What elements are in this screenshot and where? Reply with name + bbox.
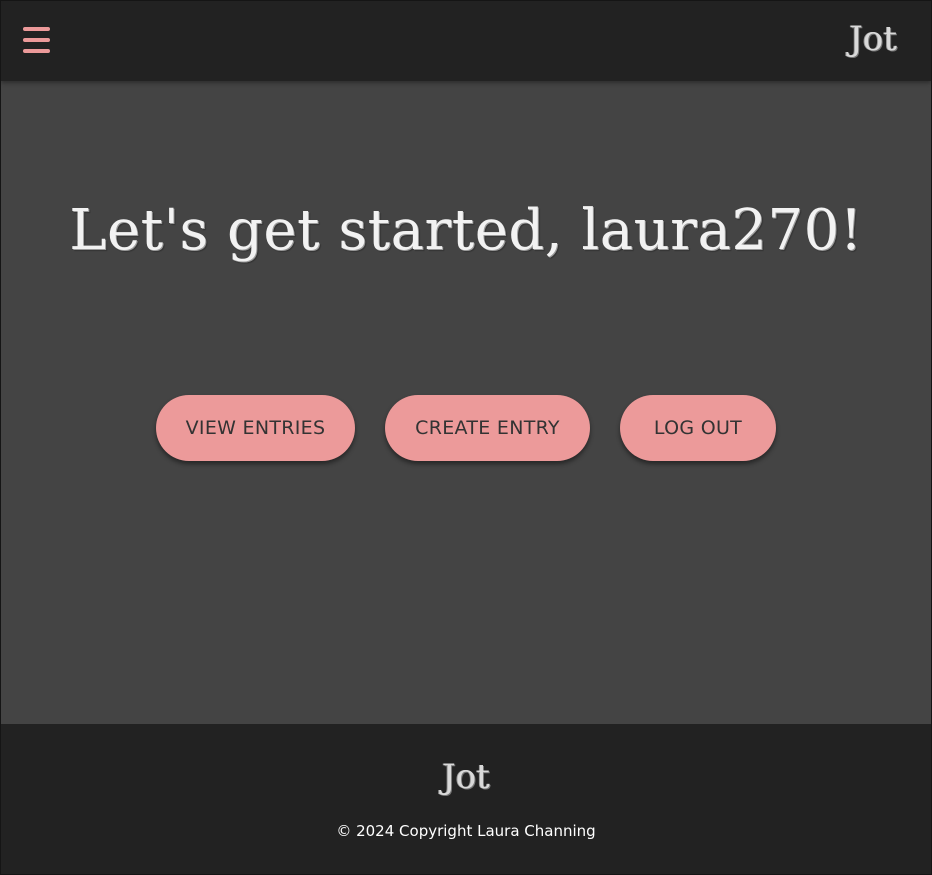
main-content: Let's get started, laura270! VIEW ENTRIE… (1, 81, 931, 724)
copyright-text: © 2024 Copyright Laura Channing (336, 822, 596, 840)
menu-bar-top (23, 27, 50, 31)
footer: Jot © 2024 Copyright Laura Channing (1, 724, 931, 874)
welcome-heading: Let's get started, laura270! (69, 198, 863, 263)
hamburger-menu-icon[interactable] (22, 26, 52, 54)
menu-bar-middle (23, 38, 50, 42)
footer-brand-logo: Jot (442, 757, 490, 797)
menu-bar-bottom (23, 49, 50, 53)
header-brand-logo[interactable]: Jot (849, 19, 897, 59)
view-entries-button[interactable]: VIEW ENTRIES (156, 395, 355, 461)
app-window: Jot Let's get started, laura270! VIEW EN… (0, 0, 932, 875)
top-navbar: Jot (1, 1, 931, 81)
create-entry-button[interactable]: CREATE ENTRY (385, 395, 590, 461)
log-out-button[interactable]: LOG OUT (620, 395, 776, 461)
